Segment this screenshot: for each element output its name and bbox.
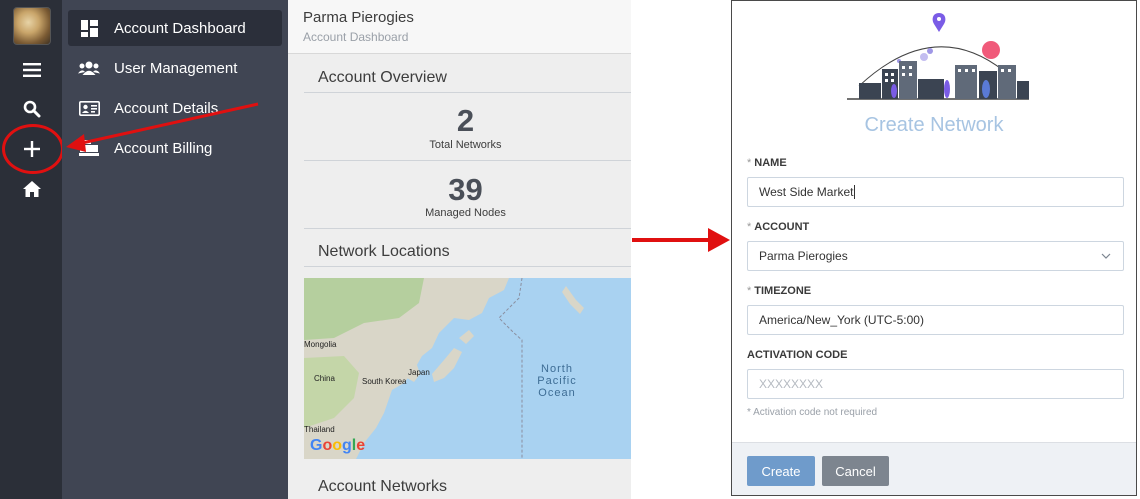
- total-networks-label: Total Networks: [429, 139, 502, 151]
- divider: [304, 160, 631, 161]
- timezone-field[interactable]: America/New_York (UTC-5:00): [747, 305, 1124, 335]
- name-label: * NAME: [747, 157, 787, 169]
- map-label-south-korea: South Korea: [362, 377, 407, 386]
- account-label: * ACCOUNT: [747, 221, 810, 233]
- section-title-account-networks: Account Networks: [318, 478, 447, 495]
- page-title: Parma Pierogies: [303, 9, 414, 26]
- cancel-button[interactable]: Cancel: [822, 456, 889, 486]
- map-label-ocean: North Pacific Ocean: [537, 363, 577, 399]
- activation-code-field[interactable]: XXXXXXXX: [747, 369, 1124, 399]
- network-locations-map[interactable]: Mongolia China South Korea Japan Thailan…: [304, 278, 631, 459]
- google-logo: Google: [310, 437, 366, 454]
- annotation-arrow-left: [66, 102, 259, 152]
- section-title-account-overview: Account Overview: [318, 69, 447, 86]
- account-select[interactable]: Parma Pierogies: [747, 241, 1124, 271]
- screenshot-root: Account Dashboard User Management Accoun…: [0, 0, 1140, 499]
- activation-code-label: ACTIVATION CODE: [747, 349, 848, 361]
- chevron-down-icon: [1101, 250, 1111, 264]
- annotation-arrow-right: [632, 228, 730, 252]
- create-network-dialog: Create Network * NAME West Side Market * A…: [731, 0, 1137, 496]
- managed-nodes-label: Managed Nodes: [425, 207, 506, 219]
- map-label-japan: Japan: [408, 368, 430, 377]
- page-header: Parma Pierogies Account Dashboard: [288, 0, 631, 54]
- breadcrumb: Account Dashboard: [303, 30, 409, 44]
- timezone-label: * TIMEZONE: [747, 285, 812, 297]
- create-button[interactable]: Create: [747, 456, 815, 486]
- map-label-mongolia: Mongolia: [304, 340, 337, 349]
- dialog-title: Create Network: [864, 114, 1004, 136]
- network-city-illustration: [847, 13, 1029, 100]
- divider: [304, 228, 631, 229]
- divider: [304, 92, 631, 93]
- name-field[interactable]: West Side Market: [747, 177, 1124, 207]
- total-networks-value: 2: [456, 103, 475, 138]
- managed-nodes-value: 39: [448, 172, 483, 207]
- activation-code-hint: * Activation code not required: [747, 407, 878, 418]
- map-label-china: China: [314, 374, 335, 383]
- map-label-thailand: Thailand: [304, 425, 335, 434]
- main-content: Parma Pierogies Account Dashboard Accoun…: [288, 0, 631, 499]
- section-title-network-locations: Network Locations: [318, 243, 450, 260]
- divider: [304, 266, 631, 267]
